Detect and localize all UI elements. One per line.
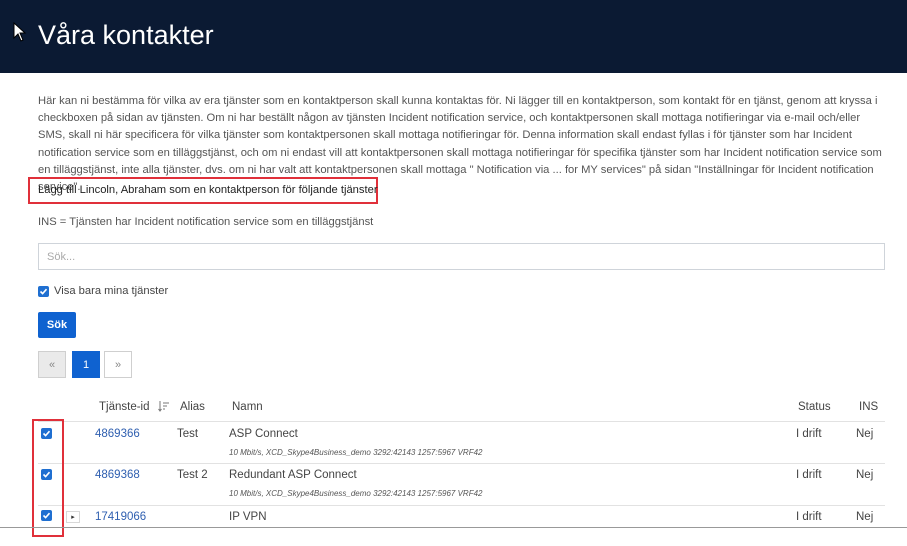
service-id-link[interactable]: 4869368 <box>95 469 140 481</box>
search-button[interactable]: Sök <box>38 312 76 338</box>
service-status: I drift <box>796 511 822 523</box>
service-description: 10 Mbit/s, XCD_Skype4Business_demo 3292:… <box>229 448 483 457</box>
search-input[interactable] <box>38 243 885 270</box>
service-id-link[interactable]: 4869366 <box>95 428 140 440</box>
service-ins: Nej <box>856 469 874 481</box>
bottom-divider <box>0 527 907 528</box>
column-header-status[interactable]: Status <box>798 401 831 413</box>
filter-checkbox[interactable] <box>38 286 49 297</box>
service-alias: Test <box>177 428 199 440</box>
page-title: Våra kontakter <box>38 20 214 50</box>
service-status: I drift <box>796 428 822 440</box>
table-divider <box>38 505 885 506</box>
check-icon <box>39 288 48 295</box>
table-divider <box>38 421 885 422</box>
add-contact-heading: Lägg till Lincoln, Abraham som en kontak… <box>38 184 378 196</box>
table-divider <box>38 463 885 464</box>
column-header-alias[interactable]: Alias <box>180 401 205 413</box>
mouse-cursor-icon <box>13 22 27 42</box>
service-name: Redundant ASP Connect <box>229 469 357 481</box>
column-header-id[interactable]: Tjänste-id <box>99 401 150 413</box>
service-alias: Test 2 <box>177 469 208 481</box>
checkbox-column-highlight <box>32 419 64 537</box>
ins-note: INS = Tjänsten har Incident notification… <box>38 216 374 228</box>
pagination-next-button[interactable]: » <box>104 351 132 378</box>
pagination-page-1[interactable]: 1 <box>72 351 100 378</box>
service-status: I drift <box>796 469 822 481</box>
service-id-link[interactable]: 17419066 <box>95 511 146 523</box>
filter-label[interactable]: Visa bara mina tjänster <box>54 285 168 297</box>
column-header-name[interactable]: Namn <box>232 401 263 413</box>
service-name: IP VPN <box>229 511 267 523</box>
expand-row-button[interactable]: ▸ <box>66 511 80 523</box>
service-name: ASP Connect <box>229 428 298 440</box>
column-header-ins[interactable]: INS <box>859 401 878 413</box>
sort-icon[interactable] <box>158 400 170 412</box>
service-ins: Nej <box>856 428 874 440</box>
page-header: Våra kontakter <box>0 0 907 73</box>
pagination-prev-button[interactable]: « <box>38 351 66 378</box>
service-ins: Nej <box>856 511 874 523</box>
service-description: 10 Mbit/s, XCD_Skype4Business_demo 3292:… <box>229 489 483 498</box>
